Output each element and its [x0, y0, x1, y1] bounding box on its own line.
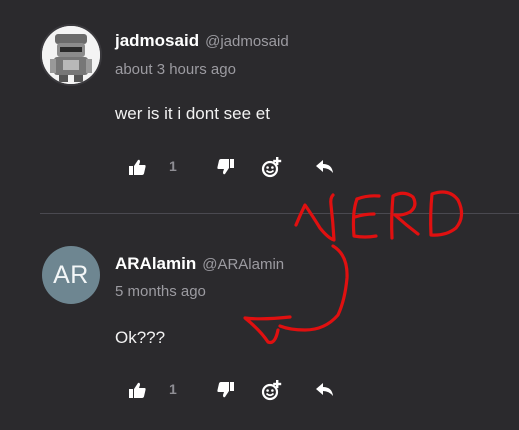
comment-actions: 1 — [128, 157, 358, 181]
reply-button[interactable] — [315, 380, 335, 400]
comment-author: ARAlamin @ARAlamin — [115, 254, 284, 274]
thumbs-up-icon — [128, 382, 146, 398]
like-button[interactable] — [128, 380, 146, 400]
author-name[interactable]: jadmosaid — [115, 31, 199, 51]
comment-timestamp[interactable]: 5 months ago — [115, 283, 206, 300]
comment-timestamp[interactable]: about 3 hours ago — [115, 61, 236, 78]
like-button[interactable] — [128, 157, 146, 177]
thumbs-up-icon — [128, 159, 146, 175]
comment-item: AR ARAlamin @ARAlamin 5 months ago Ok???… — [0, 216, 519, 430]
like-count: 1 — [169, 158, 177, 174]
comment-text: wer is it i dont see et — [115, 104, 270, 123]
comment-author: jadmosaid @jadmosaid — [115, 31, 289, 51]
avatar[interactable] — [40, 24, 102, 86]
robot-avatar-icon — [42, 26, 100, 84]
reply-icon — [316, 383, 333, 396]
like-count: 1 — [169, 381, 177, 397]
comment-actions: 1 — [128, 380, 358, 404]
add-reaction-icon — [261, 157, 282, 178]
thumbs-down-icon — [216, 382, 234, 398]
thumbs-down-icon — [216, 159, 234, 175]
avatar[interactable]: AR — [42, 246, 100, 304]
reply-button[interactable] — [315, 157, 335, 177]
author-handle[interactable]: @ARAlamin — [202, 256, 284, 273]
dislike-button[interactable] — [216, 157, 234, 177]
comment-item: jadmosaid @jadmosaid about 3 hours ago w… — [0, 0, 519, 214]
dislike-button[interactable] — [216, 380, 234, 400]
author-handle[interactable]: @jadmosaid — [205, 33, 289, 50]
author-name[interactable]: ARAlamin — [115, 254, 196, 274]
comment-text: Ok??? — [115, 328, 166, 347]
add-reaction-button[interactable] — [261, 155, 283, 179]
reply-icon — [316, 160, 333, 173]
add-reaction-icon — [261, 380, 282, 401]
comment-divider — [40, 213, 519, 214]
add-reaction-button[interactable] — [261, 378, 283, 402]
